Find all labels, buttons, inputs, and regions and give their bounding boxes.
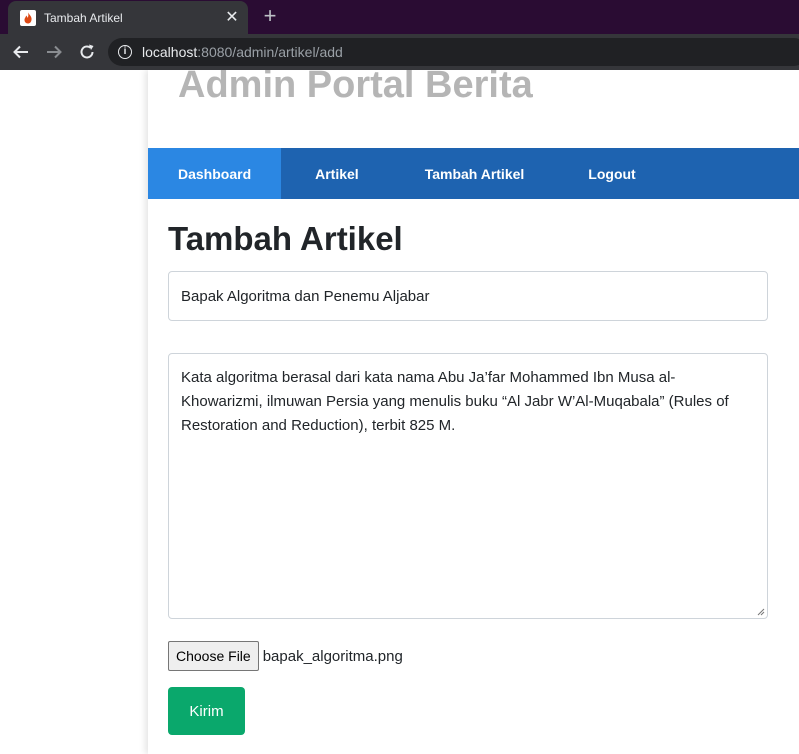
back-button[interactable] xyxy=(10,41,32,63)
browser-tab[interactable]: Tambah Artikel ✕ xyxy=(8,1,248,34)
nav-item-dashboard[interactable]: Dashboard xyxy=(148,148,282,199)
reload-button[interactable] xyxy=(76,41,98,63)
flame-icon xyxy=(20,9,36,26)
article-title-input[interactable]: Bapak Algoritma dan Penemu Aljabar xyxy=(168,271,768,321)
submit-button[interactable]: Kirim xyxy=(168,687,245,735)
url-host: localhost xyxy=(142,44,198,60)
arrow-right-icon xyxy=(47,45,62,59)
url-path: :8080/admin/artikel/add xyxy=(197,44,343,60)
info-icon[interactable]: i xyxy=(118,45,132,59)
article-content-text: Kata algoritma berasal dari kata nama Ab… xyxy=(181,369,729,434)
nav-item-logout[interactable]: Logout xyxy=(556,148,667,199)
nav-item-artikel[interactable]: Artikel xyxy=(281,148,393,199)
browser-toolbar: i localhost:8080/admin/artikel/add xyxy=(0,34,799,70)
selected-file-name: bapak_algoritma.png xyxy=(262,647,403,665)
file-upload: Choose File bapak_algoritma.png xyxy=(168,641,403,671)
resize-grip-icon[interactable] xyxy=(756,607,765,616)
article-content-textarea[interactable]: Kata algoritma berasal dari kata nama Ab… xyxy=(168,353,768,619)
reload-icon xyxy=(80,44,94,59)
site-title: Admin Portal Berita xyxy=(178,70,533,106)
address-bar[interactable]: i localhost:8080/admin/artikel/add xyxy=(108,38,799,66)
page-viewport: Admin Portal Berita Dashboard Artikel Ta… xyxy=(0,70,799,754)
browser-tabstrip: Tambah Artikel ✕ + xyxy=(0,0,799,34)
forward-button[interactable] xyxy=(43,41,65,63)
page-container: Admin Portal Berita Dashboard Artikel Ta… xyxy=(148,70,799,754)
nav-item-tambah-artikel[interactable]: Tambah Artikel xyxy=(393,148,557,199)
url-text: localhost:8080/admin/artikel/add xyxy=(142,44,343,60)
tab-title: Tambah Artikel xyxy=(44,10,123,25)
close-icon[interactable]: ✕ xyxy=(222,9,242,26)
main-navbar: Dashboard Artikel Tambah Artikel Logout xyxy=(148,148,799,199)
arrow-left-icon xyxy=(13,45,28,59)
choose-file-button[interactable]: Choose File xyxy=(168,641,259,671)
page-heading: Tambah Artikel xyxy=(168,220,403,257)
new-tab-button[interactable]: + xyxy=(258,5,282,27)
